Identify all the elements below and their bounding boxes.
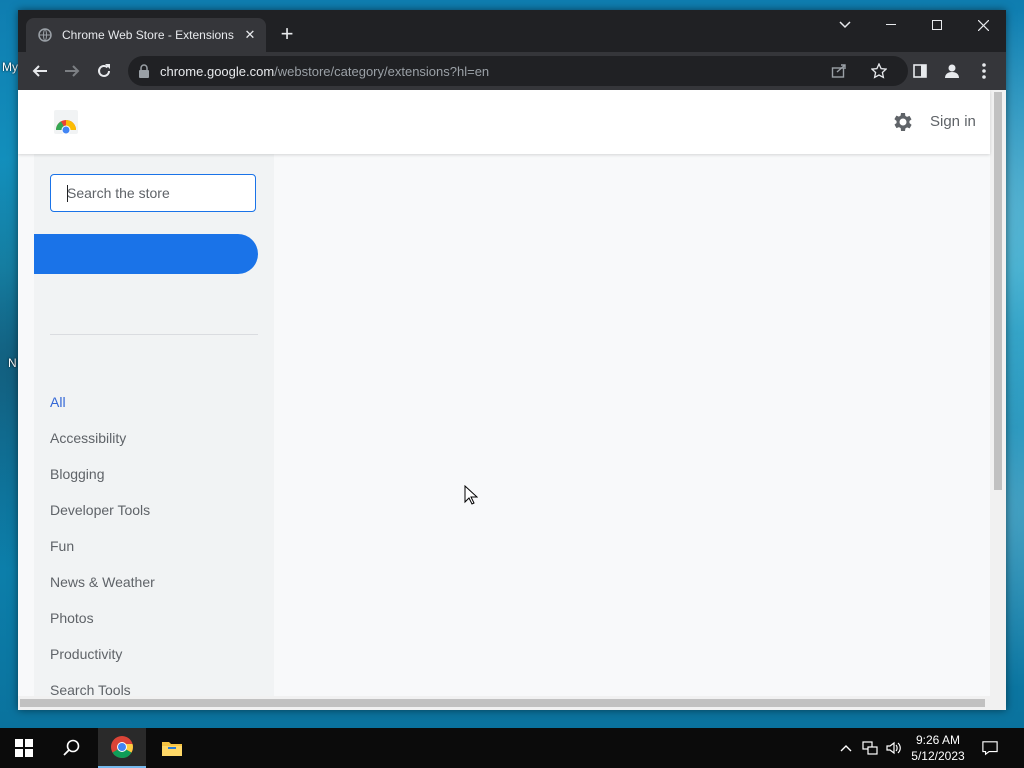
mouse-pointer-icon: [464, 484, 479, 505]
browser-tab[interactable]: Chrome Web Store - Extensions ✕: [26, 18, 266, 52]
sidebar-divider: [50, 334, 258, 335]
category-productivity[interactable]: Productivity: [50, 646, 122, 662]
network-icon[interactable]: [862, 740, 878, 756]
maximize-button[interactable]: [914, 10, 960, 40]
taskbar: 9:26 AM 5/12/2023: [0, 728, 1024, 768]
store-header: Sign in: [18, 90, 990, 154]
url-text: chrome.google.com/webstore/category/exte…: [160, 64, 489, 79]
side-panel-icon[interactable]: [910, 61, 930, 81]
store-sidebar: All Accessibility Blogging Developer Too…: [34, 154, 274, 710]
back-arrow-icon[interactable]: [30, 61, 50, 81]
file-explorer-icon[interactable]: [148, 728, 196, 768]
windows-start-icon[interactable]: [0, 728, 48, 768]
web-store-page: Sign in All Accessibility Blogging Devel…: [18, 90, 1006, 710]
url-path: /webstore/category/extensions?hl=en: [274, 63, 490, 79]
vertical-scrollbar[interactable]: [990, 90, 1006, 710]
text-caret: [67, 185, 68, 202]
title-bar: Chrome Web Store - Extensions ✕ +: [18, 10, 1006, 52]
desktop-icon-label[interactable]: N: [8, 356, 17, 370]
minimize-button[interactable]: [868, 10, 914, 40]
category-fun[interactable]: Fun: [50, 538, 74, 554]
category-blogging[interactable]: Blogging: [50, 466, 105, 482]
category-accessibility[interactable]: Accessibility: [50, 430, 126, 446]
sign-in-link[interactable]: Sign in: [930, 113, 976, 130]
show-hidden-icons-chevron-icon[interactable]: [838, 740, 854, 756]
category-all[interactable]: All: [50, 394, 66, 410]
browser-window: Chrome Web Store - Extensions ✕ + chrome…: [18, 10, 1006, 710]
extensions-nav-button[interactable]: [34, 234, 258, 274]
notifications-icon[interactable]: [982, 740, 998, 756]
share-icon[interactable]: [830, 62, 848, 80]
address-bar[interactable]: chrome.google.com/webstore/category/exte…: [128, 56, 908, 86]
globe-icon: [38, 28, 52, 42]
profile-icon[interactable]: [942, 61, 962, 81]
clock-time: 9:26 AM: [915, 733, 961, 747]
category-photos[interactable]: Photos: [50, 610, 94, 626]
volume-icon[interactable]: [886, 740, 902, 756]
more-menu-icon[interactable]: [974, 61, 994, 81]
settings-gear-icon[interactable]: [890, 110, 914, 134]
horizontal-scrollbar[interactable]: [18, 696, 990, 710]
clock-date: 5/12/2023: [911, 749, 965, 763]
browser-toolbar: chrome.google.com/webstore/category/exte…: [18, 52, 1006, 90]
tab-title: Chrome Web Store - Extensions: [62, 28, 234, 42]
chrome-web-store-logo-icon[interactable]: [52, 110, 80, 135]
search-icon[interactable]: [48, 728, 96, 768]
bookmark-star-icon[interactable]: [870, 62, 888, 80]
horizontal-scroll-thumb[interactable]: [20, 699, 985, 707]
close-window-button[interactable]: [960, 10, 1006, 40]
vertical-scroll-thumb[interactable]: [994, 92, 1002, 490]
forward-arrow-icon[interactable]: [62, 61, 82, 81]
url-host: chrome.google.com: [160, 63, 275, 79]
category-developer-tools[interactable]: Developer Tools: [50, 502, 150, 518]
tab-search-chevron-icon[interactable]: [822, 10, 868, 40]
new-tab-button[interactable]: +: [276, 23, 298, 46]
tab-close-icon[interactable]: ✕: [242, 27, 258, 43]
system-clock[interactable]: 9:26 AM 5/12/2023: [906, 732, 970, 764]
desktop-icon-label[interactable]: My: [2, 60, 18, 74]
search-input[interactable]: [50, 174, 256, 212]
reload-icon[interactable]: [94, 61, 114, 81]
category-news-weather[interactable]: News & Weather: [50, 574, 155, 590]
chrome-taskbar-icon[interactable]: [98, 728, 146, 768]
lock-icon[interactable]: [138, 64, 152, 78]
